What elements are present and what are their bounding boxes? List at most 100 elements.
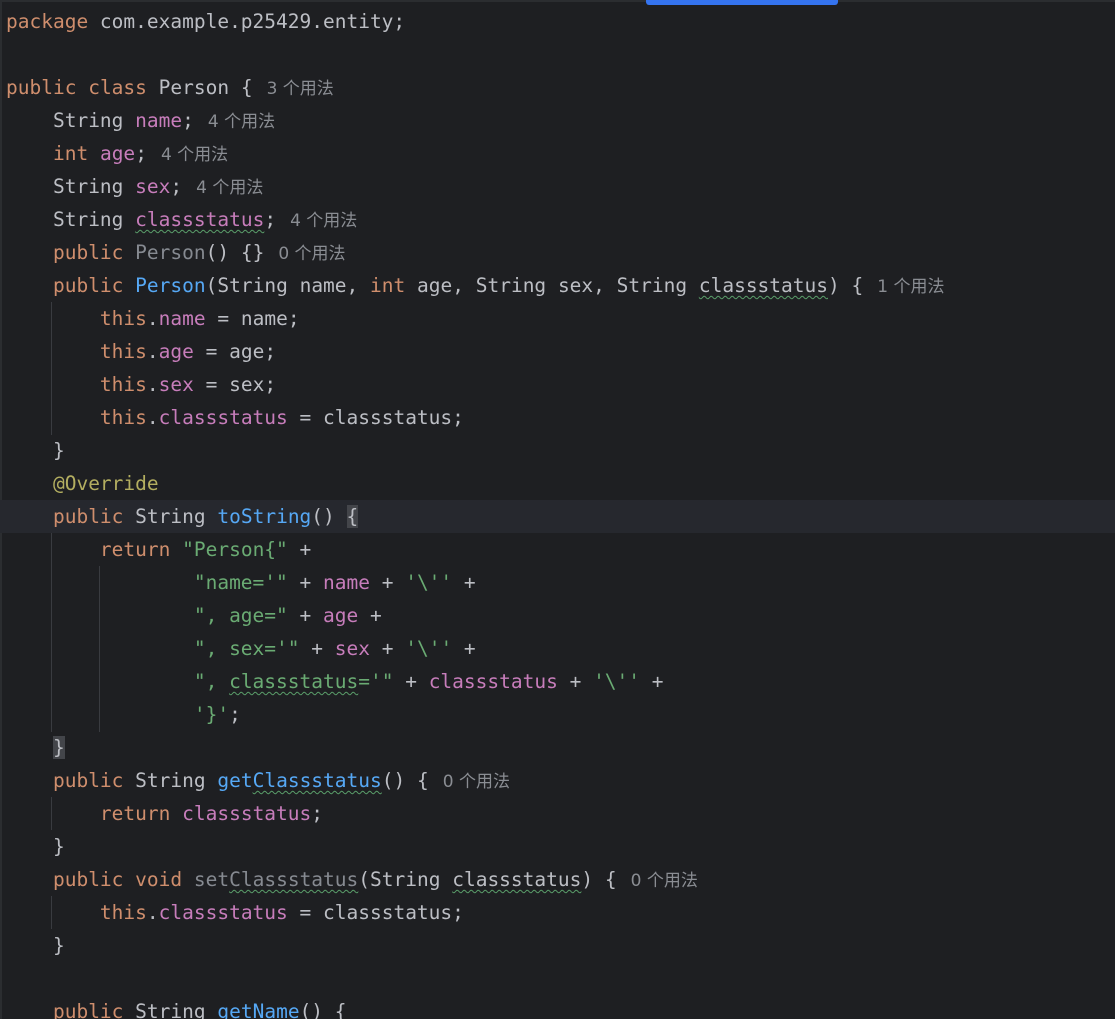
field-sex: sex <box>135 175 171 198</box>
char-literal: '\'' <box>593 670 641 693</box>
matched-brace: { <box>346 505 359 528</box>
code-line[interactable]: ", classstatus='" + classstatus + '\'' + <box>0 665 1115 698</box>
type-string: String <box>135 769 206 792</box>
method-setclassstatus-suffix: Classstatus <box>229 868 359 891</box>
keyword-public: public <box>52 505 124 528</box>
param-classstatus: classstatus <box>698 274 828 297</box>
code-line[interactable]: public String getName() { <box>0 995 1115 1019</box>
usage-hint[interactable]: 4 个用法 <box>290 211 357 231</box>
package-name: com.example.p25429.entity; <box>88 10 406 33</box>
code-line[interactable]: } <box>0 731 1115 764</box>
type-int: int <box>52 142 89 165</box>
code-line[interactable]: ", age=" + age + <box>0 599 1115 632</box>
type-string: String <box>52 208 124 231</box>
code-line[interactable]: public class Person {3 个用法 <box>0 71 1115 104</box>
code-line[interactable]: int age; 4 个用法 <box>0 137 1115 170</box>
type-string: String <box>135 1000 206 1019</box>
keyword-void: void <box>135 868 183 891</box>
code-line[interactable]: } <box>0 830 1115 863</box>
code-line[interactable]: package com.example.p25429.entity; <box>0 5 1115 38</box>
param-name: name <box>299 274 347 297</box>
constructor-name: Person <box>135 241 206 264</box>
code-line[interactable]: } <box>0 929 1115 962</box>
code-line[interactable]: @Override <box>0 467 1115 500</box>
usage-hint[interactable]: 0 个用法 <box>443 772 510 792</box>
param-classstatus: classstatus <box>323 901 453 924</box>
param-sex: sex <box>229 373 265 396</box>
keyword-public: public <box>52 241 124 264</box>
method-getclassstatus-suffix: Classstatus <box>252 769 382 792</box>
matched-brace: } <box>52 736 65 759</box>
string-literal: ", <box>193 670 230 693</box>
usage-hint[interactable]: 0 个用法 <box>278 244 345 264</box>
usage-hint[interactable]: 3 个用法 <box>267 79 334 99</box>
field-name: name <box>158 307 206 330</box>
keyword-this: this <box>99 406 147 429</box>
keyword-package: package <box>6 10 89 33</box>
type-string: String <box>52 109 124 132</box>
keyword-return: return <box>99 538 171 561</box>
string-literal: classstatus <box>229 670 359 693</box>
code-line[interactable]: this.classstatus = classstatus; <box>0 896 1115 929</box>
param-classstatus: classstatus <box>323 406 453 429</box>
usage-hint[interactable]: 4 个用法 <box>161 145 228 165</box>
param-classstatus: classstatus <box>452 868 582 891</box>
editor-top-border <box>0 0 1115 2</box>
string-literal: ", age=" <box>193 604 288 627</box>
code-line[interactable]: public Person() {} 0 个用法 <box>0 236 1115 269</box>
code-editor[interactable]: package com.example.p25429.entity; publi… <box>0 0 1115 1019</box>
code-line[interactable]: return classstatus; <box>0 797 1115 830</box>
field-classstatus: classstatus <box>158 406 288 429</box>
field-classstatus: classstatus <box>428 670 558 693</box>
code-line[interactable]: String name; 4 个用法 <box>0 104 1115 137</box>
keyword-this: this <box>99 340 147 363</box>
usage-hint[interactable]: 1 个用法 <box>877 277 944 297</box>
annotation-override: @Override <box>52 472 159 495</box>
type-string: String <box>135 505 206 528</box>
field-age: age <box>323 604 359 627</box>
keyword-public: public <box>52 274 124 297</box>
char-literal: '\'' <box>405 571 453 594</box>
code-line[interactable]: ", sex='" + sex + '\'' + <box>0 632 1115 665</box>
code-line[interactable]: this.classstatus = classstatus; <box>0 401 1115 434</box>
code-line[interactable]: public void setClassstatus(String classs… <box>0 863 1115 896</box>
string-literal: ='" <box>358 670 394 693</box>
code-line[interactable]: '}'; <box>0 698 1115 731</box>
field-sex: sex <box>158 373 194 396</box>
code-line[interactable]: "name='" + name + '\'' + <box>0 566 1115 599</box>
code-line[interactable]: } <box>0 434 1115 467</box>
keyword-this: this <box>99 373 147 396</box>
field-age: age <box>99 142 136 165</box>
field-classstatus: classstatus <box>158 901 288 924</box>
field-classstatus: classstatus <box>182 802 312 825</box>
code-line[interactable]: String classstatus; 4 个用法 <box>0 203 1115 236</box>
type-string: String <box>217 274 288 297</box>
keyword-this: this <box>99 307 147 330</box>
code-line[interactable]: public Person(String name, int age, Stri… <box>0 269 1115 302</box>
string-literal: "Person{" <box>182 538 288 561</box>
type-string: String <box>370 868 441 891</box>
type-int: int <box>370 274 406 297</box>
param-sex: sex <box>557 274 594 297</box>
method-getname: getName <box>217 1000 300 1019</box>
keyword-public: public <box>52 769 124 792</box>
code-line-current[interactable]: public String toString() { <box>0 500 1115 533</box>
usage-hint[interactable]: 0 个用法 <box>631 871 698 891</box>
constructor-name: Person <box>135 274 206 297</box>
usage-hint[interactable]: 4 个用法 <box>196 178 263 198</box>
code-line[interactable]: String sex; 4 个用法 <box>0 170 1115 203</box>
method-setclassstatus-prefix: set <box>193 868 230 891</box>
char-literal: '\'' <box>405 637 453 660</box>
code-line[interactable]: public String getClassstatus() {0 个用法 <box>0 764 1115 797</box>
type-string: String <box>616 274 688 297</box>
class-name: Person { <box>146 76 253 99</box>
code-line[interactable]: this.name = name; <box>0 302 1115 335</box>
param-age: age <box>229 340 265 363</box>
code-line[interactable]: this.sex = sex; <box>0 368 1115 401</box>
keyword-public: public <box>52 868 124 891</box>
code-line[interactable]: return "Person{" + <box>0 533 1115 566</box>
code-line[interactable]: this.age = age; <box>0 335 1115 368</box>
param-age: age <box>417 274 453 297</box>
usage-hint[interactable]: 4 个用法 <box>208 112 275 132</box>
keyword-class: class <box>88 76 147 99</box>
